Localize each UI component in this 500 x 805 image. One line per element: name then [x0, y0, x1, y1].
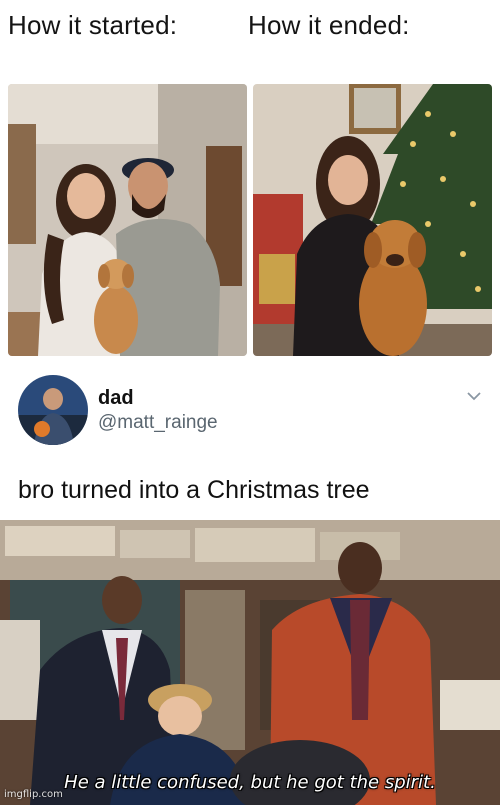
meme-subtitle: He a little confused, but he got the spi…	[64, 772, 436, 793]
tweet-text: bro turned into a Christmas tree	[18, 476, 370, 504]
caption-how-it-ended: How it ended:	[248, 10, 410, 40]
tweet-handle[interactable]: @matt_rainge	[98, 412, 218, 434]
photo-how-it-started	[8, 84, 247, 356]
meme-frame	[0, 520, 500, 805]
caption-how-it-started: How it started:	[8, 10, 178, 40]
avatar[interactable]	[18, 375, 88, 445]
photo-how-it-ended	[253, 84, 492, 356]
watermark: imgflip.com	[4, 789, 63, 800]
chevron-down-icon[interactable]	[466, 388, 482, 404]
tweet-display-name[interactable]: dad	[98, 387, 134, 410]
